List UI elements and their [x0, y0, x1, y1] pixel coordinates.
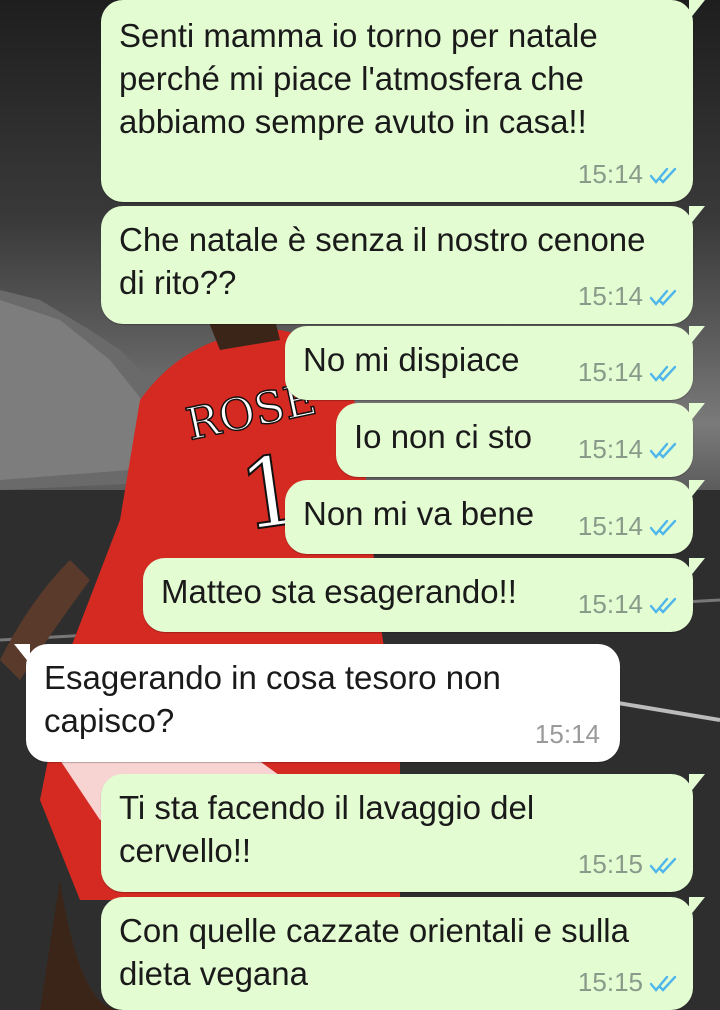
- incoming-message-bubble[interactable]: Esagerando in cosa tesoro non capisco? 15…: [14, 644, 620, 762]
- message-timestamp: 15:14: [577, 511, 643, 541]
- outgoing-message-bubble[interactable]: Che natale è senza il nostro cenone di r…: [101, 206, 705, 324]
- message-timestamp: 15:14: [577, 589, 643, 619]
- double-check-icon: [649, 597, 677, 614]
- double-check-icon: [649, 365, 677, 382]
- message-timestamp: 15:14: [534, 719, 600, 749]
- message-meta: 15:15: [578, 843, 679, 886]
- double-check-icon: [649, 442, 677, 459]
- message-text: Esagerando in cosa tesoro non capisco?: [44, 659, 501, 739]
- message-meta: 15:14: [578, 428, 679, 471]
- double-check-icon: [649, 857, 677, 874]
- message-timestamp: 15:14: [577, 159, 643, 189]
- message-timestamp: 15:14: [577, 357, 643, 387]
- outgoing-message-bubble[interactable]: Senti mamma io torno per natale perché m…: [101, 0, 705, 202]
- outgoing-message-bubble[interactable]: Io non ci sto 15:14: [336, 403, 705, 477]
- message-timestamp: 15:15: [577, 967, 643, 997]
- message-meta: 15:14: [578, 275, 679, 318]
- double-check-icon: [649, 289, 677, 306]
- message-meta: 15:14: [535, 713, 600, 756]
- outgoing-message-bubble[interactable]: No mi dispiace 15:14: [285, 326, 705, 400]
- message-meta: 15:14: [578, 153, 679, 196]
- message-text: Senti mamma io torno per natale perché m…: [119, 17, 598, 140]
- message-meta: 15:14: [578, 505, 679, 548]
- message-timestamp: 15:15: [577, 849, 643, 879]
- outgoing-message-bubble[interactable]: Con quelle cazzate orientali e sulla die…: [101, 897, 705, 1010]
- double-check-icon: [649, 975, 677, 992]
- outgoing-message-bubble[interactable]: Ti sta facendo il lavaggio del cervello!…: [101, 774, 705, 892]
- message-meta: 15:14: [578, 583, 679, 626]
- double-check-icon: [649, 519, 677, 536]
- message-meta: 15:14: [578, 351, 679, 394]
- message-meta: 15:15: [578, 961, 679, 1004]
- message-timestamp: 15:14: [577, 281, 643, 311]
- double-check-icon: [649, 167, 677, 184]
- outgoing-message-bubble[interactable]: Matteo sta esagerando!! 15:14: [143, 558, 705, 632]
- message-timestamp: 15:14: [577, 434, 643, 464]
- outgoing-message-bubble[interactable]: Non mi va bene 15:14: [285, 480, 705, 554]
